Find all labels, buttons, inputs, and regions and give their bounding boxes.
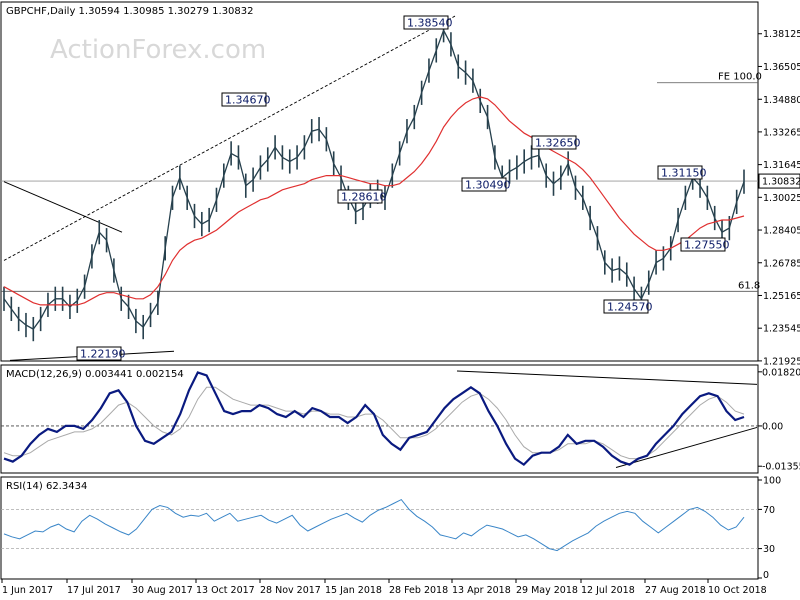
price-label: 1.31150 xyxy=(661,167,707,180)
x-tick-label: 15 Jan 2018 xyxy=(325,585,382,596)
x-tick-label: 13 Apr 2018 xyxy=(452,585,511,596)
y-tick-label: 1.33265 xyxy=(763,127,800,138)
gbpchf-daily-chart: ActionForex.com GBPCHF,Daily 1.30594 1.3… xyxy=(0,1,800,596)
price-label: 1.28610 xyxy=(341,191,387,204)
macd-y-tick-label: 0.018208 xyxy=(762,367,800,378)
price-label: 1.24570 xyxy=(607,301,653,314)
x-tick-label: 28 Nov 2017 xyxy=(260,585,321,596)
price-panel-title: GBPCHF,Daily 1.30594 1.30985 1.30279 1.3… xyxy=(6,6,254,17)
price-label: 1.27550 xyxy=(684,239,730,252)
price-label: 1.38540 xyxy=(407,17,453,30)
rsi-panel-title: RSI(14) 62.3434 xyxy=(6,481,87,492)
current-price-label: 1.30832 xyxy=(762,177,800,188)
y-tick-label: 1.21925 xyxy=(763,356,800,367)
x-tick-label: 10 Oct 2018 xyxy=(708,585,767,596)
fe-100-label: FE 100.0 xyxy=(718,72,762,83)
y-tick-label: 1.31645 xyxy=(763,160,800,171)
x-tick-label: 13 Oct 2017 xyxy=(196,585,255,596)
macd-panel-title: MACD(12,26,9) 0.003441 0.002154 xyxy=(6,369,184,380)
watermark: ActionForex.com xyxy=(50,35,266,65)
x-tick-label: 29 May 2018 xyxy=(516,585,578,596)
macd-y-tick-label: -0.013551 xyxy=(762,462,800,473)
y-tick-label: 1.26785 xyxy=(763,258,800,269)
x-tick-label: 1 Jun 2017 xyxy=(2,585,53,596)
y-tick-label: 1.23545 xyxy=(763,324,800,335)
rsi-y-tick-label: 30 xyxy=(763,544,775,555)
fib-61-8-label: 61.8 xyxy=(738,280,760,291)
x-tick-label: 17 Jul 2017 xyxy=(67,585,121,596)
x-axis-labels: 1 Jun 2017 17 Jul 2017 30 Aug 2017 13 Oct 2… xyxy=(1,579,767,596)
macd-y-tick-label: 0.00 xyxy=(762,421,783,432)
y-axis-labels: 1.38125 1.36505 1.34880 1.33265 1.31645 1.300… xyxy=(758,29,800,581)
rsi-panel xyxy=(0,476,759,580)
rsi-y-tick-label: 100 xyxy=(763,476,781,487)
x-tick-label: 27 Aug 2018 xyxy=(645,585,706,596)
rsi-y-tick-label: 70 xyxy=(763,505,775,516)
price-label: 1.32650 xyxy=(535,137,581,150)
rsi-y-tick-label: 0 xyxy=(763,570,769,581)
price-label: 1.30490 xyxy=(465,179,511,192)
x-tick-label: 12 Jul 2018 xyxy=(581,585,635,596)
y-tick-label: 1.34880 xyxy=(763,95,800,106)
y-tick-label: 1.28405 xyxy=(763,226,800,237)
price-label: 1.22190 xyxy=(80,348,126,361)
y-tick-label: 1.25165 xyxy=(763,291,800,302)
x-tick-label: 30 Aug 2017 xyxy=(132,585,193,596)
y-tick-label: 1.36505 xyxy=(763,62,800,73)
x-tick-label: 28 Feb 2018 xyxy=(389,585,448,596)
y-tick-label: 1.30025 xyxy=(763,193,800,204)
price-label: 1.34670 xyxy=(225,94,271,107)
y-tick-label: 1.38125 xyxy=(763,29,800,40)
